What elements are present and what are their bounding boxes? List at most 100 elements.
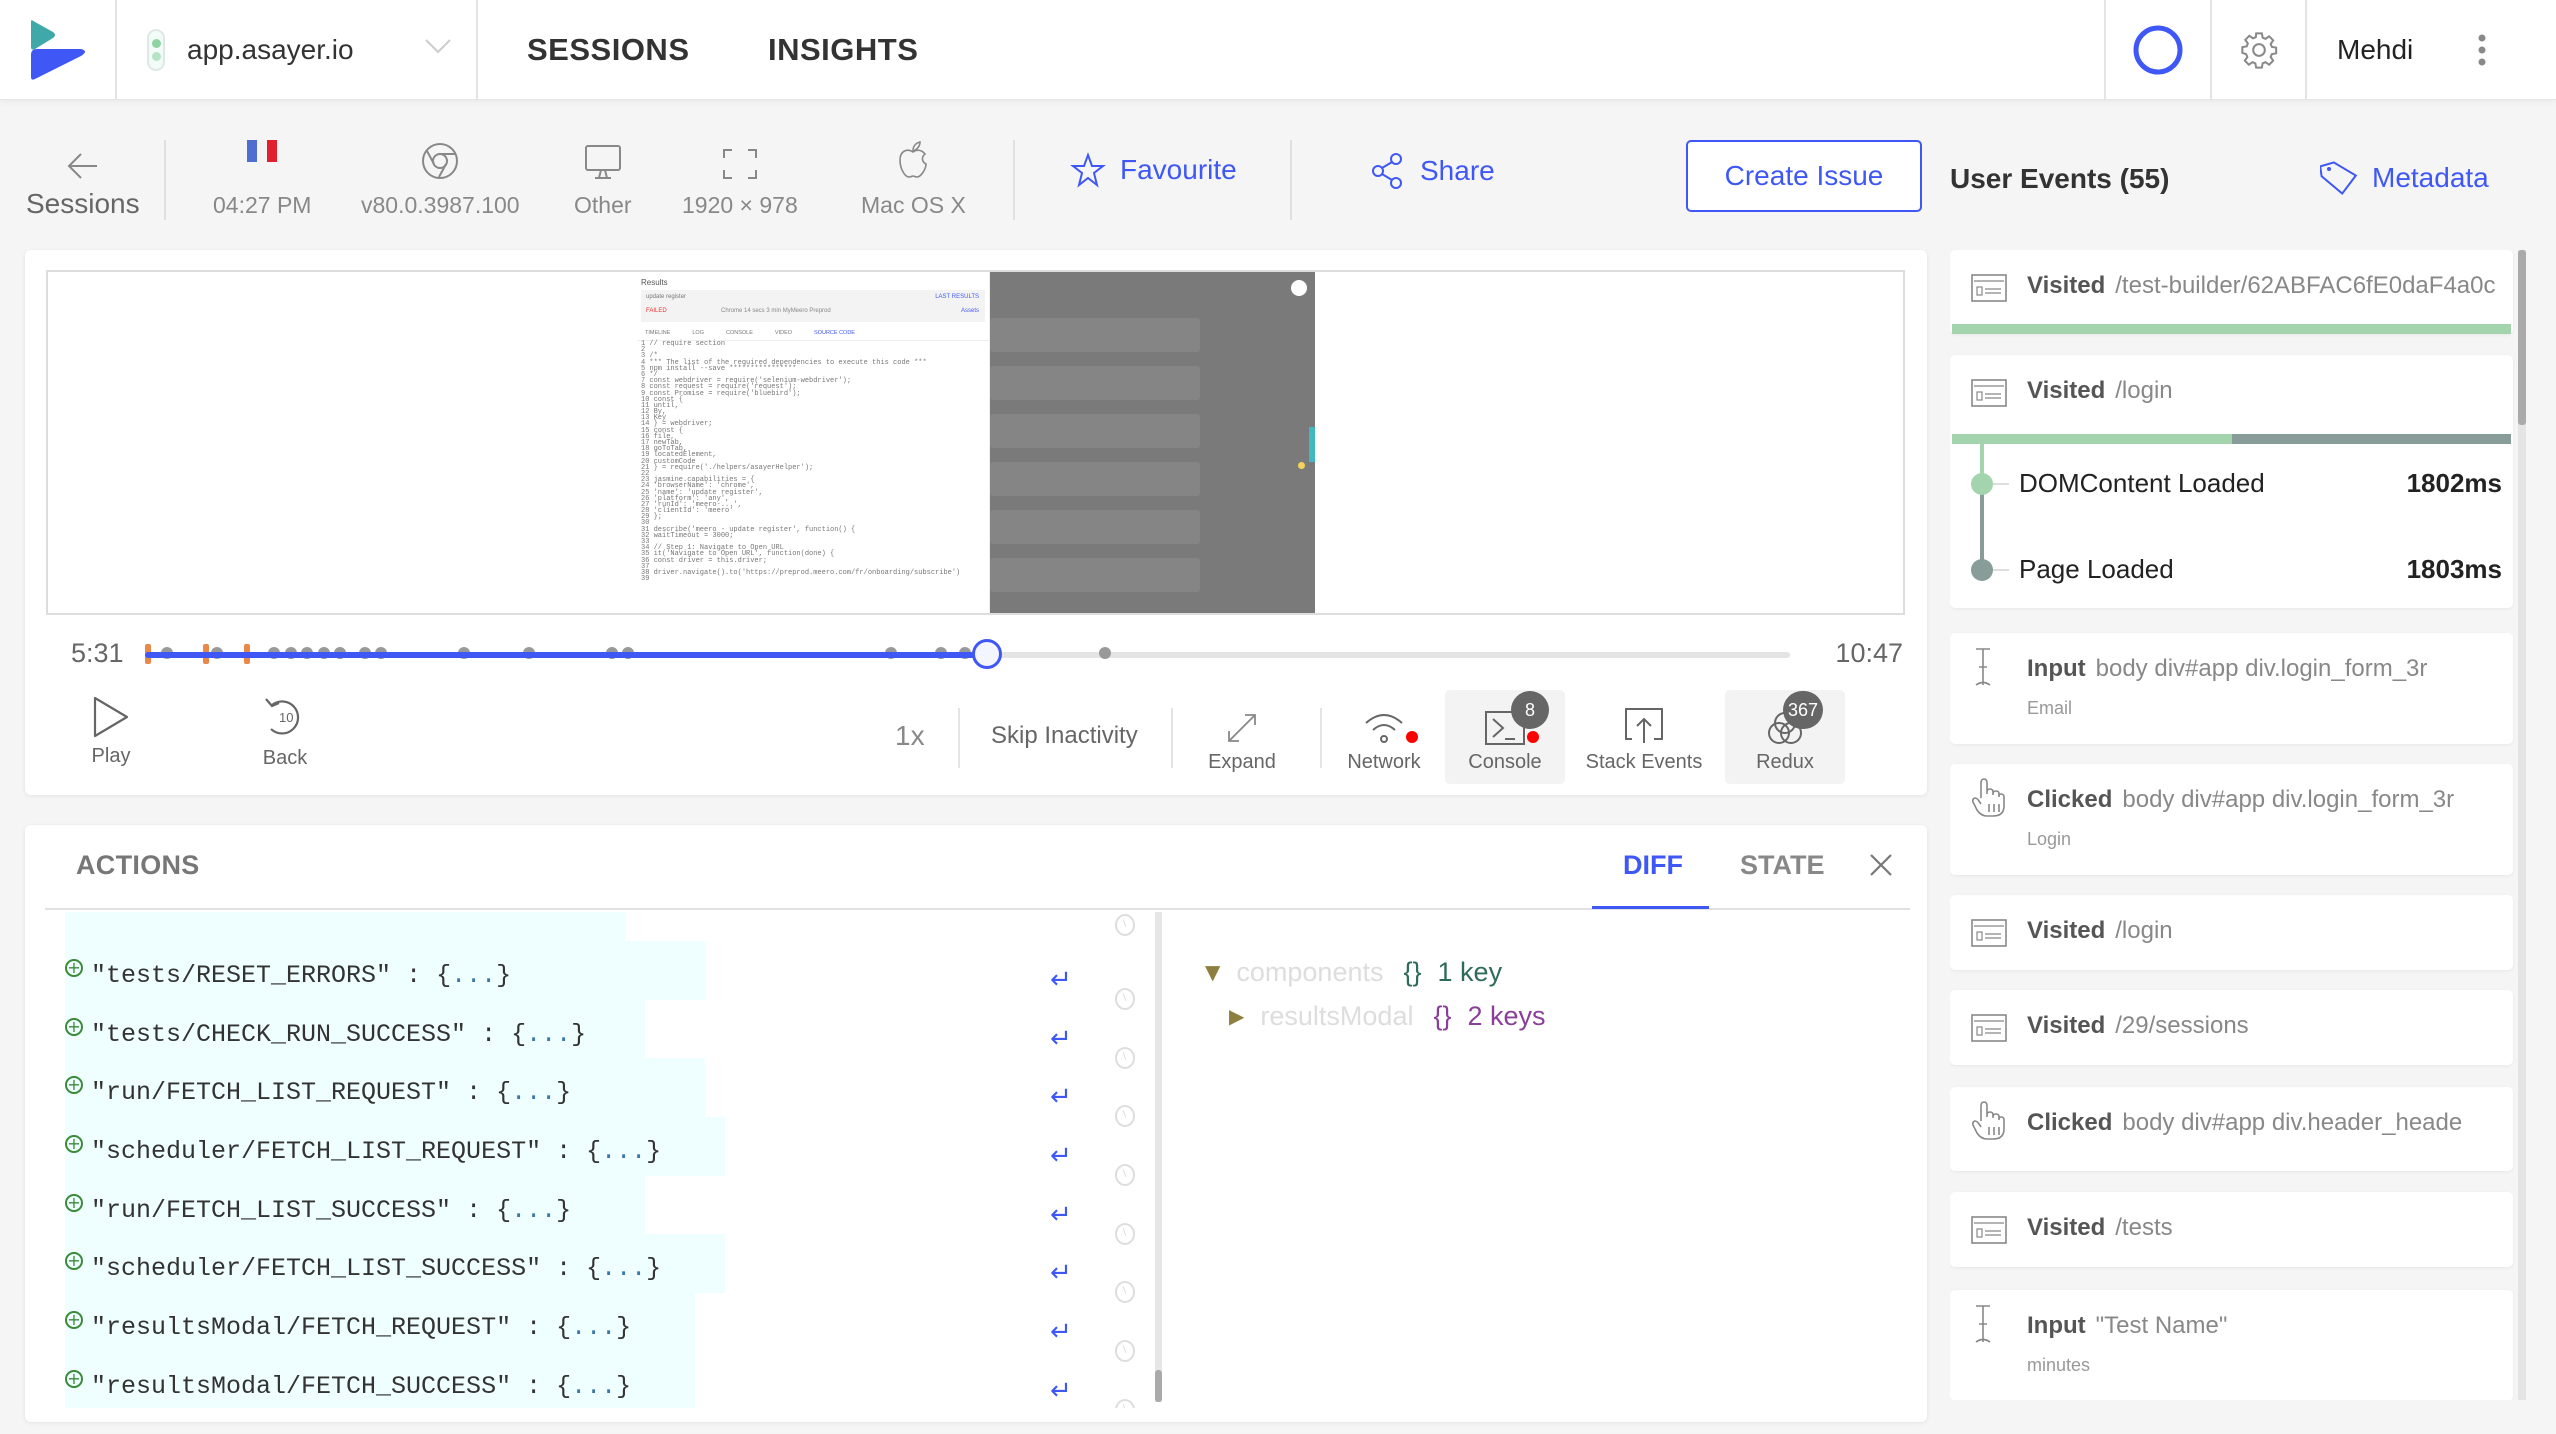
action-name: "scheduler/FETCH_LIST_SUCCESS" : {...} bbox=[91, 1254, 662, 1284]
play-label: Play bbox=[91, 745, 131, 767]
event-item-input[interactable]: Input "Test Name" minutes bbox=[1950, 1290, 2513, 1400]
expand-plus-icon[interactable]: + bbox=[65, 1193, 83, 1212]
action-list-scrollbar[interactable] bbox=[1155, 912, 1162, 1402]
tag-icon bbox=[2320, 161, 2358, 196]
expand-plus-icon[interactable]: + bbox=[65, 1252, 83, 1271]
close-icon[interactable] bbox=[1868, 852, 1894, 878]
event-type: Clicked body div#app div.header_heade bbox=[2027, 1109, 2463, 1136]
diff-key: resultsModal bbox=[1260, 1000, 1414, 1031]
diff-node-resultsmodal[interactable]: ▶ resultsModal {} 2 keys bbox=[1205, 994, 1546, 1038]
replay-viewport[interactable]: Results update register LAST RESULTS FAI… bbox=[46, 270, 1905, 615]
fullscreen-icon bbox=[722, 149, 757, 179]
event-item-visited[interactable]: Visited/login bbox=[1950, 895, 2513, 970]
tab-sessions[interactable]: SESSIONS bbox=[527, 0, 690, 100]
user-events-list: Visited/test-builder/62ABFAC6fE0daF4a0c V… bbox=[1950, 250, 2515, 1400]
apple-icon bbox=[899, 140, 928, 178]
site-selector[interactable]: app.asayer.io bbox=[117, 0, 478, 100]
timeline-scrubber[interactable] bbox=[145, 639, 1790, 669]
tab-state[interactable]: STATE bbox=[1740, 850, 1825, 881]
jump-to-icon[interactable]: ↵ bbox=[1050, 1200, 1072, 1230]
divider bbox=[1320, 708, 1322, 768]
event-item-visited[interactable]: Visited/29/sessions bbox=[1950, 990, 2513, 1065]
diff-count: 2 keys bbox=[1467, 1000, 1546, 1031]
expand-plus-icon[interactable]: + bbox=[65, 1311, 83, 1330]
action-item[interactable]: + "scheduler/FETCH_LIST_REQUEST" : {...} ↵ bbox=[65, 1117, 1145, 1187]
resolution-info: 1920 × 978 bbox=[682, 140, 798, 219]
console-label: Console bbox=[1468, 751, 1542, 773]
settings-button[interactable] bbox=[2210, 0, 2305, 100]
replay-results-modal: Results update register LAST RESULTS FAI… bbox=[637, 272, 990, 613]
jump-to-icon[interactable]: ↵ bbox=[1050, 1317, 1072, 1347]
play-button[interactable]: Play bbox=[91, 695, 131, 768]
replay-test-name: update register bbox=[646, 294, 687, 300]
asayer-logo-icon bbox=[30, 20, 85, 80]
tab-diff[interactable]: DIFF bbox=[1623, 850, 1683, 881]
clock-icon[interactable] bbox=[1115, 914, 1135, 936]
event-subtext: minutes bbox=[2027, 1355, 2091, 1375]
actions-title: ACTIONS bbox=[76, 850, 200, 880]
more-vertical-icon[interactable] bbox=[2477, 33, 2487, 67]
jump-to-icon[interactable]: ↵ bbox=[1050, 1024, 1072, 1054]
redux-label: Redux bbox=[1756, 751, 1814, 773]
timeline-event-marker[interactable] bbox=[1099, 647, 1112, 659]
event-value: /test-builder/62ABFAC6fE0daF4a0c bbox=[2115, 272, 2496, 299]
expand-plus-icon[interactable]: + bbox=[65, 959, 83, 977]
playback-speed-button[interactable]: 1x bbox=[895, 720, 925, 752]
console-button[interactable]: 8 Console bbox=[1445, 690, 1565, 784]
page-icon bbox=[1971, 919, 2007, 952]
timeline-dot bbox=[1971, 473, 1993, 495]
network-label: Network bbox=[1347, 751, 1421, 773]
action-item[interactable]: + "tests/RESET_ERRORS" : {...} ↵ bbox=[65, 941, 1145, 1010]
create-issue-button[interactable]: Create Issue bbox=[1686, 140, 1922, 212]
favourite-button[interactable]: Favourite bbox=[1070, 152, 1237, 188]
back-label: Back bbox=[262, 747, 308, 769]
skip-inactivity-toggle[interactable]: Skip Inactivity bbox=[991, 722, 1138, 750]
event-type: Visited/29/sessions bbox=[2027, 1012, 2249, 1039]
network-button[interactable]: Network bbox=[1324, 690, 1444, 784]
event-value: "Test Name" bbox=[2095, 1312, 2228, 1339]
action-item[interactable]: + "scheduler/FETCH_LIST_SUCCESS" : {...} ↵ bbox=[65, 1234, 1145, 1304]
back-to-sessions-button[interactable]: Sessions bbox=[26, 140, 140, 220]
action-item[interactable]: + "resultsModal/FETCH_REQUEST" : {...} ↵ bbox=[65, 1293, 1145, 1363]
text-cursor-icon bbox=[1971, 1304, 1995, 1349]
user-menu[interactable]: Mehdi bbox=[2305, 0, 2556, 100]
expand-plus-icon[interactable]: + bbox=[65, 1135, 83, 1154]
event-item-clicked[interactable]: Clicked body div#app div.login_form_3r Log… bbox=[1950, 764, 2513, 875]
back-10s-button[interactable]: 10 Back bbox=[262, 695, 308, 770]
event-value: /tests bbox=[2115, 1214, 2173, 1241]
event-item-visited[interactable]: Visited/test-builder/62ABFAC6fE0daF4a0c bbox=[1950, 250, 2513, 334]
event-value: body div#app div.header_heade bbox=[2122, 1109, 2463, 1136]
event-item-visited[interactable]: Visited/tests bbox=[1950, 1192, 2513, 1267]
tab-insights[interactable]: INSIGHTS bbox=[768, 0, 918, 100]
clock-icon[interactable] bbox=[1115, 1398, 1135, 1408]
stack-events-icon bbox=[1625, 708, 1663, 743]
expand-plus-icon[interactable]: + bbox=[65, 1017, 83, 1036]
chevron-down-icon bbox=[425, 39, 451, 54]
event-item-input[interactable]: Input body div#app div.login_form_3r Email bbox=[1950, 633, 2513, 744]
expand-plus-icon[interactable]: + bbox=[65, 1369, 83, 1388]
diff-node-components[interactable]: ▼ components {} 1 key bbox=[1205, 950, 1546, 994]
action-item[interactable]: + "run/FETCH_LIST_REQUEST" : {...} ↵ bbox=[65, 1058, 1145, 1128]
app-logo[interactable] bbox=[0, 0, 117, 100]
jump-to-icon[interactable]: ↵ bbox=[1050, 965, 1072, 995]
jump-to-icon[interactable]: ↵ bbox=[1050, 1258, 1072, 1288]
expand-plus-icon[interactable]: + bbox=[65, 1076, 83, 1095]
jump-to-icon[interactable]: ↵ bbox=[1050, 1376, 1072, 1406]
stack-events-button[interactable]: Stack Events bbox=[1584, 690, 1704, 784]
timing-label: Page Loaded bbox=[2019, 554, 2174, 584]
action-item[interactable]: + "tests/CHECK_RUN_SUCCESS" : {...} ↵ bbox=[65, 999, 1145, 1069]
event-item-clicked[interactable]: Clicked body div#app div.header_heade bbox=[1950, 1087, 2513, 1171]
jump-to-icon[interactable]: ↵ bbox=[1050, 1082, 1072, 1112]
expand-button[interactable]: Expand bbox=[1182, 690, 1302, 784]
divider bbox=[1171, 708, 1173, 768]
share-button[interactable]: Share bbox=[1370, 152, 1495, 190]
action-item[interactable]: + "run/FETCH_LIST_SUCCESS" : {...} ↵ bbox=[65, 1175, 1145, 1245]
redux-button[interactable]: 367 Redux bbox=[1725, 690, 1845, 784]
events-scrollbar[interactable] bbox=[2518, 250, 2526, 1400]
onboarding-progress-button[interactable] bbox=[2104, 0, 2210, 100]
jump-to-icon[interactable]: ↵ bbox=[1050, 1141, 1072, 1171]
action-item[interactable]: + "resultsModal/FETCH_SUCCESS" : {...} ↵ bbox=[65, 1351, 1145, 1408]
metadata-button[interactable]: Metadata bbox=[2320, 160, 2489, 196]
event-item-visited[interactable]: Visited/login DOMContent Loaded 1802ms Page… bbox=[1950, 355, 2513, 608]
timeline-handle[interactable] bbox=[972, 639, 1003, 669]
